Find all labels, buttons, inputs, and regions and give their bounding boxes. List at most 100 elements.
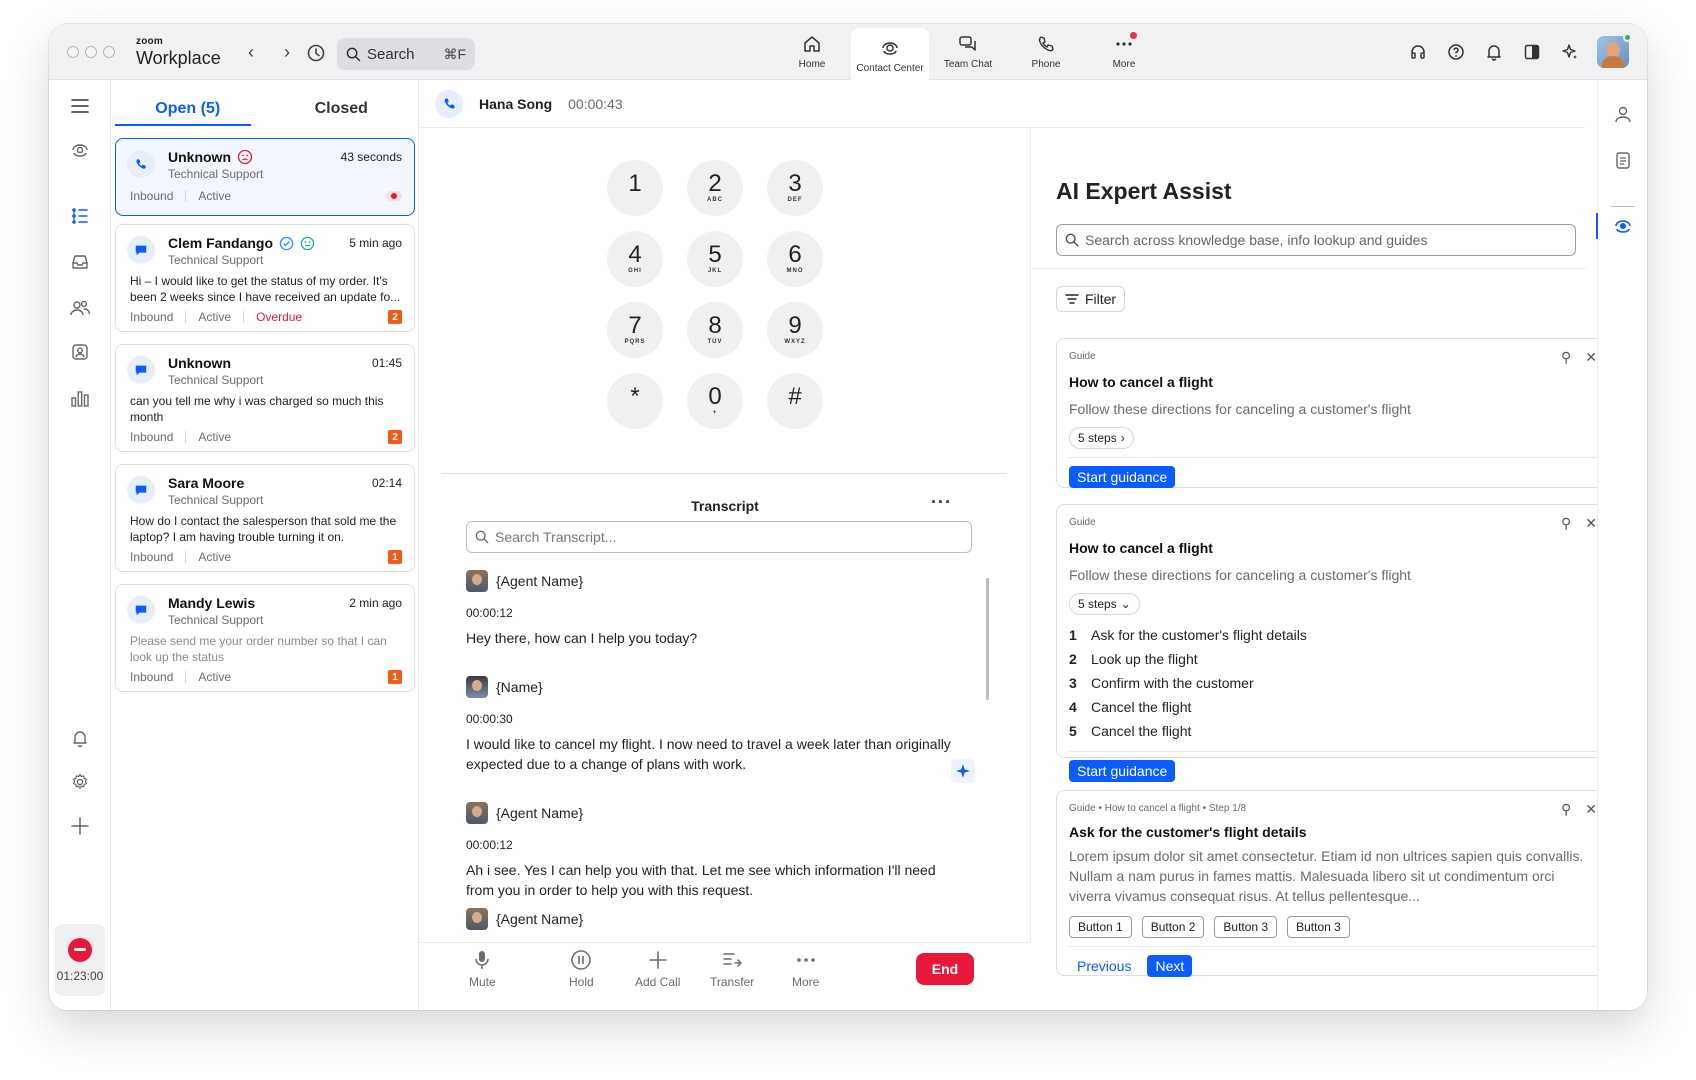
pin-icon[interactable]: ⚲ [1561, 349, 1571, 366]
negative-face-icon [237, 149, 253, 165]
end-call-button[interactable]: End [916, 953, 974, 985]
conversation-card[interactable]: Unknown 43 seconds Technical Support Inb… [115, 138, 415, 216]
conversation-tabs: Open (5) Closed [111, 80, 418, 126]
mute-button[interactable]: Mute [469, 949, 496, 989]
ai-sparkle-icon[interactable] [951, 759, 975, 783]
close-window-button[interactable] [67, 46, 79, 58]
start-guidance-button[interactable]: Start guidance [1069, 760, 1176, 782]
forward-arrow-icon[interactable]: › [277, 42, 297, 62]
add-call-button[interactable]: Add Call [635, 949, 680, 989]
back-arrow-icon[interactable]: ‹ [241, 42, 261, 62]
direction: Inbound [130, 189, 174, 203]
close-icon[interactable]: ✕ [1585, 515, 1597, 532]
conversation-card[interactable]: Mandy Lewis 2 min ago Technical Support P… [115, 584, 415, 692]
dial-key-8[interactable]: 8 TUV [687, 302, 743, 358]
nav-team-chat[interactable]: Team Chat [929, 28, 1007, 76]
profile-icon[interactable] [1611, 102, 1635, 126]
app-window: zoom Workplace ‹ › Search ⌘F Home Contac… [49, 24, 1647, 1010]
ai-assist-icon[interactable] [1611, 214, 1635, 238]
dial-key-9[interactable]: 9 WXYZ [767, 302, 823, 358]
analytics-icon[interactable] [68, 386, 92, 410]
ai-expert-assist-panel: AI Expert Assist Search across knowledge… [1032, 128, 1610, 1010]
steps-toggle[interactable]: 5 steps › [1069, 427, 1134, 449]
dial-key-7[interactable]: 7 PQRS [607, 302, 663, 358]
conversation-card[interactable]: Unknown 01:45 Technical Support can you t… [115, 344, 415, 452]
previous-button[interactable]: Previous [1069, 955, 1139, 977]
guide-step[interactable]: 4 Cancel the flight [1069, 695, 1597, 719]
hold-button[interactable]: Hold [569, 949, 594, 989]
dial-key-6[interactable]: 6 MNO [767, 231, 823, 287]
transcript-more-icon[interactable]: ··· [931, 492, 952, 513]
guide-step[interactable]: 1 Ask for the customer's flight details [1069, 623, 1597, 647]
more-button[interactable]: More [792, 949, 819, 989]
transcript-search-placeholder: Search Transcript... [495, 529, 617, 545]
action-button-1[interactable]: Button 1 [1069, 916, 1132, 938]
maximize-window-button[interactable] [103, 46, 115, 58]
inbox-icon[interactable] [68, 250, 92, 274]
ai-sparkle-icon[interactable] [1559, 41, 1581, 63]
contact-center-rail-icon[interactable] [68, 138, 92, 162]
conversation-time: 01:45 [371, 356, 402, 370]
message-text: I would like to cancel my flight. I now … [466, 736, 951, 772]
history-icon[interactable] [305, 42, 327, 64]
steps-toggle[interactable]: 5 steps ⌄ [1069, 593, 1140, 615]
bell-icon[interactable] [1483, 41, 1505, 63]
dial-key-0[interactable]: 0 + [687, 373, 743, 429]
nav-more[interactable]: More [1085, 28, 1163, 76]
guide-step[interactable]: 5 Cancel the flight [1069, 719, 1597, 743]
minimize-window-button[interactable] [85, 46, 97, 58]
active-call-timer[interactable]: 01:23:00 [55, 924, 105, 996]
transcript-search-input[interactable]: Search Transcript... [466, 521, 972, 553]
more-icon [796, 958, 815, 962]
close-icon[interactable]: ✕ [1585, 801, 1597, 818]
nav-phone[interactable]: Phone [1007, 28, 1085, 76]
hamburger-menu-icon[interactable] [68, 94, 92, 118]
action-button-3[interactable]: Button 3 [1214, 916, 1278, 938]
queue-list-icon[interactable] [68, 204, 92, 228]
contacts-icon[interactable] [68, 340, 92, 364]
dial-key-2[interactable]: 2 ABC [687, 160, 743, 216]
global-search-placeholder: Search [367, 45, 415, 63]
headset-icon[interactable] [1407, 41, 1429, 63]
tab-open[interactable]: Open (5) [111, 80, 265, 126]
pin-icon[interactable]: ⚲ [1561, 801, 1571, 818]
conversation-card[interactable]: Clem Fandango 5 min ago Technical Suppor… [115, 224, 415, 332]
filter-button[interactable]: Filter [1056, 286, 1125, 312]
ai-search-input[interactable]: Search across knowledge base, info looku… [1056, 224, 1576, 256]
clipboard-icon[interactable] [1611, 148, 1635, 172]
guide-step[interactable]: 2 Look up the flight [1069, 647, 1597, 671]
nav-home[interactable]: Home [773, 28, 851, 76]
notifications-bell-icon[interactable] [68, 726, 92, 750]
transfer-button[interactable]: Transfer [710, 949, 754, 989]
conversation-card[interactable]: Sara Moore 02:14 Technical Support How do… [115, 464, 415, 572]
nav-contact-center[interactable]: Contact Center [851, 28, 929, 80]
pin-icon[interactable]: ⚲ [1561, 515, 1571, 532]
dial-key-3[interactable]: 3 DEF [767, 160, 823, 216]
help-icon[interactable] [1445, 41, 1467, 63]
next-button[interactable]: Next [1147, 955, 1193, 977]
tab-closed[interactable]: Closed [265, 80, 419, 126]
card-eyebrow: Guide [1069, 517, 1096, 528]
dialpad: 1 2 ABC 3 DEF 4 GHI 5 JKL 6 MNO 7 PQRS 8 TUV 9W… [607, 160, 847, 429]
close-icon[interactable]: ✕ [1585, 349, 1597, 366]
user-avatar[interactable] [1597, 33, 1632, 68]
action-button-4[interactable]: Button 3 [1287, 916, 1350, 938]
nav-more-label: More [1112, 59, 1136, 70]
dial-key-star[interactable]: * [607, 373, 663, 429]
contact-name: Mandy Lewis [168, 595, 256, 611]
start-guidance-button[interactable]: Start guidance [1069, 466, 1176, 488]
dial-key-4[interactable]: 4 GHI [607, 231, 663, 287]
action-button-2[interactable]: Button 2 [1141, 916, 1205, 938]
dial-key-5[interactable]: 5 JKL [687, 231, 743, 287]
message-timestamp: 00:00:30 [466, 712, 513, 726]
dial-key-hash[interactable]: # [767, 373, 823, 429]
transcript-scrollbar[interactable] [986, 578, 989, 700]
add-icon[interactable] [68, 814, 92, 838]
guide-step[interactable]: 3 Confirm with the customer [1069, 671, 1597, 695]
panel-toggle-icon[interactable] [1521, 41, 1543, 63]
department: Technical Support [168, 373, 264, 387]
settings-gear-icon[interactable] [68, 770, 92, 794]
team-icon[interactable] [68, 296, 92, 320]
dial-key-1[interactable]: 1 [607, 160, 663, 216]
global-search[interactable]: Search ⌘F [337, 38, 475, 70]
